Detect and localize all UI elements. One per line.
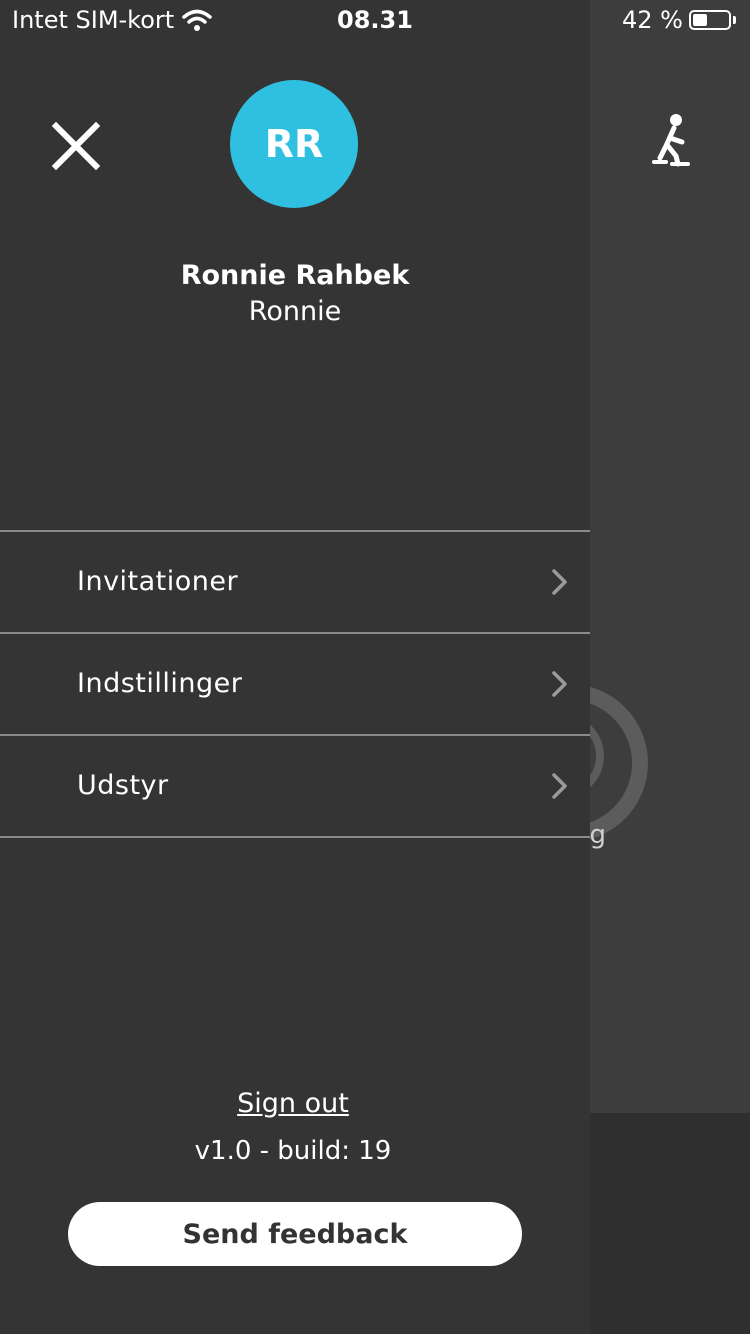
- user-full-name: Ronnie Rahbek: [180, 260, 410, 291]
- menu-item-udstyr[interactable]: Udstyr: [0, 736, 590, 838]
- chevron-right-icon: [552, 773, 567, 799]
- status-battery: 42 %: [622, 6, 736, 34]
- avatar-initials: RR: [264, 122, 324, 166]
- menu-item-indstillinger[interactable]: Indstillinger: [0, 634, 590, 736]
- menu-item-label: Udstyr: [77, 770, 169, 801]
- send-feedback-button[interactable]: Send feedback: [68, 1202, 522, 1266]
- status-bar: Intet SIM-kort 08.31 42 %: [0, 0, 750, 40]
- chevron-right-icon: [552, 671, 567, 697]
- menu-item-label: Invitationer: [77, 566, 239, 597]
- close-button[interactable]: [50, 120, 102, 172]
- drawer-menu: Invitationer Indstillinger Udstyr: [0, 530, 590, 838]
- battery-fill: [693, 14, 707, 26]
- chevron-right-icon: [552, 569, 567, 595]
- side-drawer: RR Ronnie Rahbek Ronnie Invitationer Ind…: [0, 0, 590, 1334]
- battery-percent: 42 %: [622, 6, 683, 34]
- sign-out-link[interactable]: Sign out: [0, 1088, 586, 1119]
- send-feedback-label: Send feedback: [182, 1218, 408, 1250]
- menu-item-invitationer[interactable]: Invitationer: [0, 532, 590, 634]
- close-icon: [51, 121, 101, 171]
- walking-person-icon[interactable]: [648, 112, 694, 170]
- battery-icon: [689, 10, 731, 30]
- avatar: RR: [230, 80, 358, 208]
- user-username: Ronnie: [248, 296, 342, 327]
- menu-item-label: Indstillinger: [77, 668, 243, 699]
- battery-tip: [733, 16, 736, 24]
- version-label: v1.0 - build: 19: [194, 1136, 392, 1166]
